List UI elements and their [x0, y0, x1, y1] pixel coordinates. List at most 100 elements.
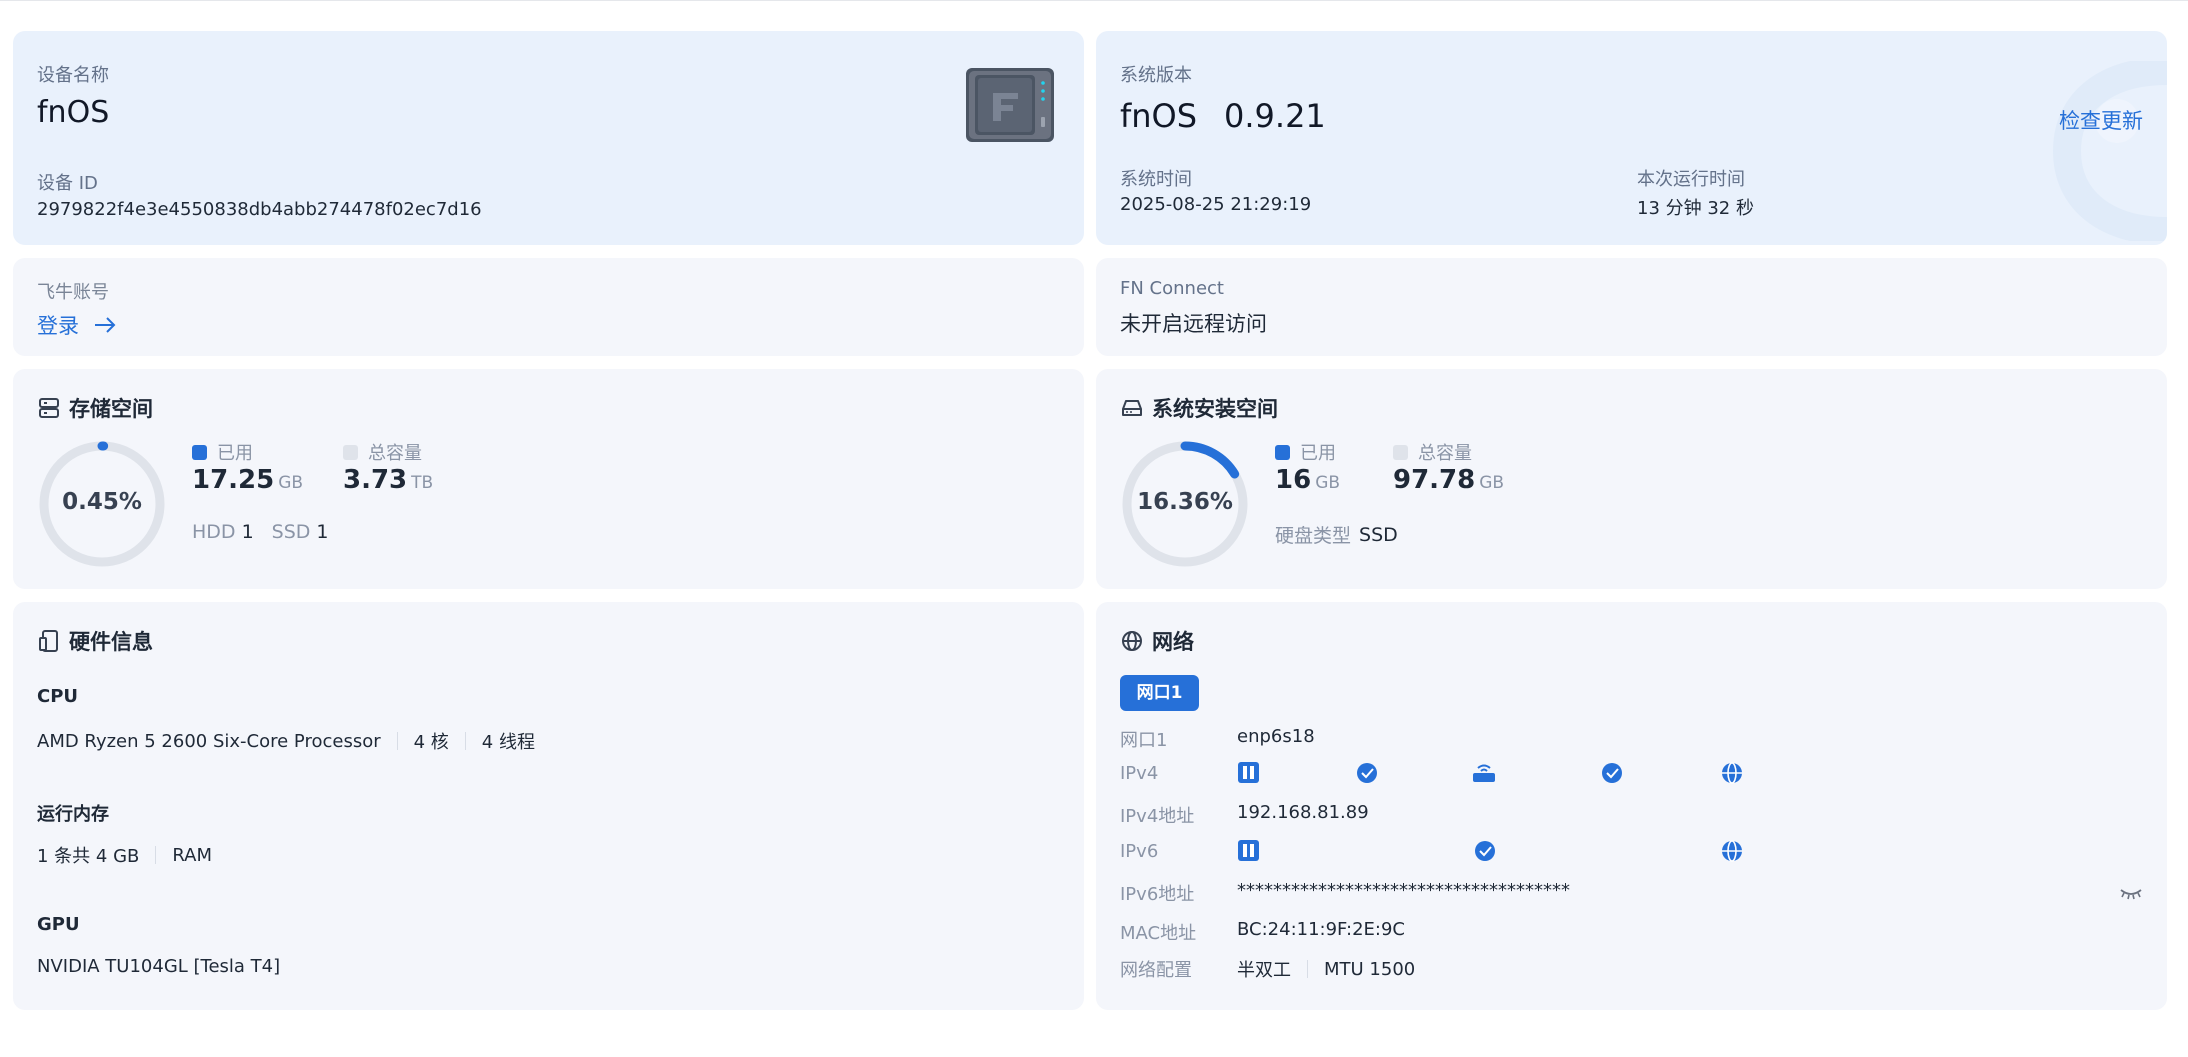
internet-globe-icon — [1722, 762, 1742, 784]
sys-total-value: 97.78 GB — [1393, 465, 1504, 495]
duplex-mode: 半双工 — [1237, 960, 1291, 981]
nas-device-icon — [963, 65, 1057, 145]
used-unit: GB — [1315, 473, 1341, 493]
os-version: 0.9.21 — [1224, 97, 1326, 135]
globe-icon — [1122, 631, 1142, 651]
sys-used-value: 16 GB — [1275, 465, 1340, 495]
storage-used-value: 17.25 GB — [192, 465, 303, 495]
total-label: 总容量 — [368, 443, 422, 464]
network-config-label: 网络配置 — [1120, 960, 1192, 981]
watermark-logo-icon — [2052, 61, 2167, 241]
network-config: 半双工 MTU 1500 — [1237, 956, 1415, 982]
port-label: 网口1 — [1120, 730, 1168, 751]
ram-info: 1 条共 4 GB RAM — [37, 842, 212, 868]
used-number: 17.25 — [192, 465, 275, 495]
storage-card[interactable]: 存储空间 0.45% 已用 17.25 GB 总容量 3.73 TB HDD 1 S… — [13, 369, 1084, 589]
storage-title-text: 存储空间 — [69, 397, 153, 421]
storage-total-value: 3.73 TB — [343, 465, 433, 495]
ipv4-address: 192.168.81.89 — [1237, 802, 1369, 823]
ssd-label: SSD — [271, 521, 311, 543]
used-number: 16 — [1275, 465, 1312, 495]
hardware-card: 硬件信息 CPU AMD Ryzen 5 2600 Six-Core Proce… — [13, 602, 1084, 1010]
ipv4-connection-diagram-2 — [1522, 762, 1742, 784]
fn-connect-card[interactable]: FN Connect 未开启远程访问 — [1096, 258, 2167, 356]
total-unit: TB — [411, 473, 434, 493]
router-icon — [1473, 764, 1495, 782]
system-storage-percent: 16.36% — [1137, 489, 1233, 515]
login-text: 登录 — [37, 314, 79, 338]
total-number: 3.73 — [343, 465, 408, 495]
used-swatch — [192, 444, 207, 460]
ssd-count: 1 — [316, 521, 329, 543]
mac-label: MAC地址 — [1120, 923, 1197, 944]
device-icon — [39, 630, 58, 652]
network-card: 网络 网口1 网口1 enp6s18 IPv4 IPv4地址 192.168.8… — [1096, 602, 2167, 1010]
storage-title: 存储空间 — [37, 393, 153, 423]
sys-used-legend: 已用 — [1275, 439, 1336, 465]
nas-icon — [1238, 762, 1259, 783]
ram-label: 运行内存 — [37, 804, 109, 825]
internet-globe-icon — [1722, 840, 1742, 862]
ram-type: RAM — [172, 844, 212, 866]
check-update-link[interactable]: 检查更新 — [2059, 105, 2143, 135]
fn-connect-label: FN Connect — [1120, 278, 1224, 299]
uptime-label: 本次运行时间 — [1637, 169, 1745, 190]
system-time-label: 系统时间 — [1120, 169, 1192, 190]
hard-drive-icon — [1122, 400, 1142, 416]
total-unit: GB — [1479, 473, 1505, 493]
total-number: 97.78 — [1393, 465, 1476, 495]
total-swatch — [1393, 444, 1408, 460]
tab-port-1[interactable]: 网口1 — [1120, 675, 1199, 711]
network-title: 网络 — [1120, 626, 1194, 656]
storage-icon — [39, 398, 59, 418]
mtu-value: MTU 1500 — [1324, 958, 1416, 980]
used-swatch — [1275, 444, 1290, 460]
gpu-model: NVIDIA TU104GL [Tesla T4] — [37, 956, 281, 977]
device-name: fnOS — [37, 95, 110, 130]
cpu-threads: 4 线程 — [481, 732, 535, 753]
check-icon — [1357, 763, 1377, 783]
login-link[interactable]: 登录 — [37, 310, 117, 340]
uptime-value: 13 分钟 32 秒 — [1637, 198, 1754, 219]
check-icon — [1602, 763, 1622, 783]
system-storage-card[interactable]: 系统安装空间 16.36% 已用 16 GB 总容量 97.78 GB 硬盘类型 S… — [1096, 369, 2167, 589]
cpu-model: AMD Ryzen 5 2600 Six-Core Processor — [37, 730, 381, 752]
total-swatch — [343, 444, 358, 460]
hdd-label: HDD — [192, 521, 236, 543]
cpu-label: CPU — [37, 686, 79, 707]
mac-address: BC:24:11:9F:2E:9C — [1237, 919, 1405, 940]
used-unit: GB — [278, 473, 304, 493]
disk-counts: HDD 1 SSD 1 — [192, 521, 329, 543]
account-card: 飞牛账号 登录 — [13, 258, 1084, 356]
ipv4-label: IPv4 — [1120, 763, 1159, 784]
fn-connect-status: 未开启远程访问 — [1120, 312, 1267, 336]
system-storage-title-text: 系统安装空间 — [1152, 397, 1278, 421]
storage-used-legend: 已用 — [192, 439, 253, 465]
os-name: fnOS — [1120, 97, 1198, 135]
used-label: 已用 — [217, 443, 253, 464]
ipv4-address-label: IPv4地址 — [1120, 806, 1195, 827]
ipv6-address: ************************************* — [1237, 880, 1570, 901]
separator — [1307, 960, 1308, 978]
system-version-label: 系统版本 — [1120, 65, 1192, 86]
disk-type-label: 硬盘类型 — [1275, 525, 1352, 547]
separator — [155, 846, 157, 864]
eye-closed-icon[interactable] — [2119, 884, 2143, 902]
hdd-count: 1 — [241, 521, 254, 543]
ram-desc: 1 条共 4 GB — [37, 846, 140, 867]
device-name-label: 设备名称 — [37, 65, 109, 86]
check-icon — [1475, 841, 1495, 861]
storage-percent: 0.45% — [62, 489, 142, 515]
system-storage-title: 系统安装空间 — [1120, 393, 1278, 423]
nas-icon — [1238, 840, 1259, 861]
network-title-text: 网络 — [1152, 630, 1194, 654]
system-time: 2025-08-25 21:29:19 — [1120, 194, 1312, 215]
cpu-cores: 4 核 — [413, 732, 449, 753]
separator — [396, 732, 398, 750]
hardware-title-text: 硬件信息 — [69, 630, 153, 654]
port-value: enp6s18 — [1237, 726, 1315, 747]
sys-total-legend: 总容量 — [1393, 439, 1472, 465]
account-label: 飞牛账号 — [37, 282, 109, 303]
device-card: 设备名称 fnOS 设备 ID 2979822f4e3e4550838db4ab… — [13, 31, 1084, 245]
arrow-right-icon — [95, 317, 116, 333]
